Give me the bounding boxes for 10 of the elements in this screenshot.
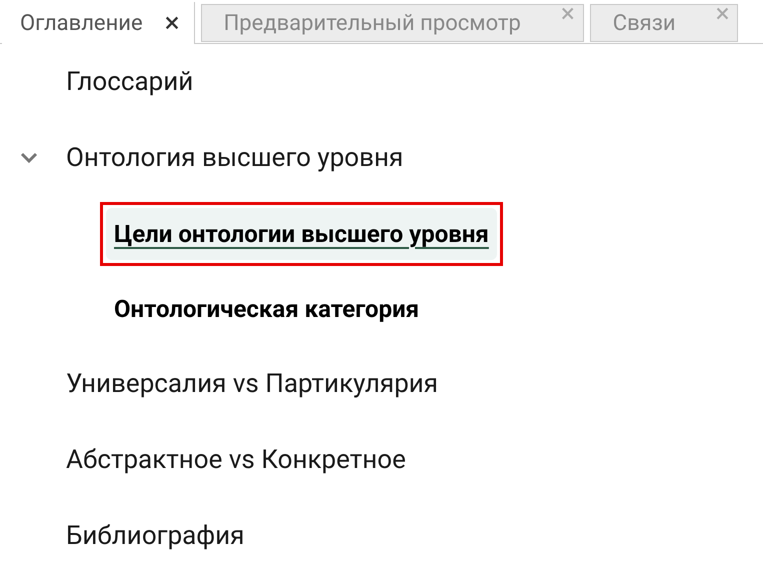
toc-item[interactable]: Глоссарий bbox=[66, 62, 194, 102]
toc-item[interactable]: Абстрактное vs Конкретное bbox=[66, 440, 406, 480]
toc-item[interactable]: Универсалия vs Партикулярия bbox=[66, 364, 438, 404]
tab[interactable]: Оглавление × bbox=[2, 2, 195, 44]
toc-item[interactable]: Онтология высшего уровня bbox=[66, 138, 404, 178]
toc-item[interactable]: Цели онтологии высшего уровня bbox=[106, 208, 497, 260]
toc-item[interactable]: Онтологическая категория bbox=[106, 282, 428, 334]
chevron-icon[interactable] bbox=[20, 152, 38, 164]
close-button[interactable]: × bbox=[164, 9, 180, 37]
toc-item[interactable]: Библиография bbox=[66, 516, 244, 556]
